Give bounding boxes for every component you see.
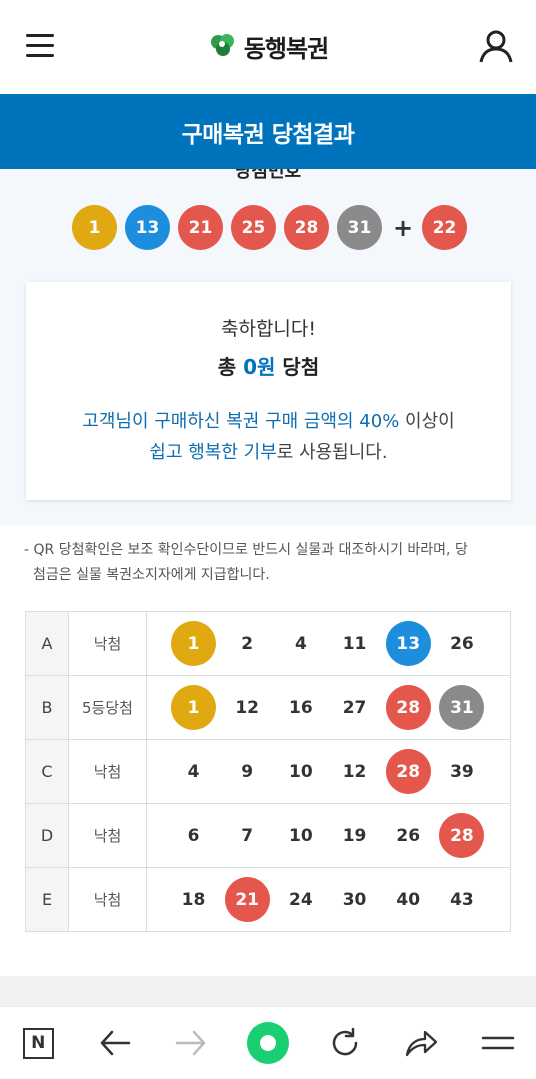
donation-line2-rest: 로 사용됩니다.	[276, 442, 388, 463]
matched-number: 1	[171, 685, 216, 730]
winning-ball: 21	[178, 205, 223, 250]
game-number: 40	[396, 889, 421, 910]
game-result: 낙첨	[68, 739, 147, 804]
game-numbers: 6 7 10 19 26 28	[146, 803, 511, 868]
winning-ball: 1	[72, 205, 117, 250]
page-title: 구매복권 당첨결과	[181, 121, 355, 148]
total-prize: 총 0원 당첨	[26, 351, 511, 380]
notice-line2: 첨금은 실물 복권소지자에게 지급합니다.	[33, 567, 270, 583]
game-key: D	[25, 803, 69, 868]
forward-arrow-icon[interactable]	[166, 1018, 216, 1068]
game-number: 24	[289, 889, 313, 910]
game-numbers: 1 12 16 27 28 31	[146, 675, 511, 740]
back-arrow-icon[interactable]	[90, 1018, 140, 1068]
matched-number: 28	[385, 685, 431, 730]
notice-line1: - QR 당첨확인은 보조 확인수단이므로 반드시 실물과 대조하시기 바라며,…	[24, 542, 468, 558]
game-number: 4	[294, 633, 307, 654]
clover-logo-icon	[210, 34, 234, 56]
matched-number: 1	[171, 621, 216, 666]
congrats-text: 축하합니다!	[220, 318, 317, 340]
share-icon[interactable]	[396, 1018, 446, 1068]
game-number: 16	[289, 697, 313, 718]
game-number: 10	[289, 825, 313, 846]
table-row: D 낙첨 6 7 10 19 26 28	[25, 803, 511, 868]
game-result: 낙첨	[68, 803, 147, 868]
site-logo[interactable]: 동행복권	[208, 29, 329, 64]
matched-number: 21	[224, 877, 270, 922]
game-number: 30	[342, 889, 367, 910]
app-header: 동행복권	[0, 0, 536, 94]
game-number: 11	[342, 633, 367, 654]
donation-message: 고객님이 구매하신 복권 구매 금액의 40% 이상이 쉽고 행복한 기부로 사…	[26, 406, 511, 468]
table-row: C 낙첨 4 9 10 12 28 39	[25, 739, 511, 804]
matched-number: 13	[385, 621, 431, 666]
plus-sign: +	[392, 213, 414, 242]
winning-numbers-label: 당첨번호	[234, 169, 302, 182]
n-logo-icon[interactable]: N	[13, 1018, 63, 1068]
menu-icon[interactable]	[473, 1018, 523, 1068]
refresh-icon[interactable]	[320, 1018, 370, 1068]
game-number: 19	[342, 825, 367, 846]
matched-number: 28	[385, 749, 431, 794]
winning-numbers: 1 13 21 25 28 31 +22	[72, 205, 475, 250]
game-number: 27	[342, 697, 367, 718]
matched-number: 28	[439, 813, 485, 858]
game-number: 2	[241, 633, 254, 654]
game-number: 10	[289, 761, 313, 782]
game-results-table: A 낙첨 1 2 4 11 13 26 B 5등당첨 1 12 16 27 28 31 C 낙첨 4 9 10 12 28 3…	[25, 611, 511, 932]
winning-ball: 31	[337, 205, 382, 250]
qr-notice: - QR 당첨확인은 보조 확인수단이므로 반드시 실물과 대조하시기 바라며,…	[24, 538, 514, 588]
total-amount: 0원	[243, 355, 276, 379]
game-numbers: 4 9 10 12 28 39	[146, 739, 511, 804]
winning-ball: 13	[125, 205, 170, 250]
game-number: 12	[342, 761, 367, 782]
game-number: 26	[450, 633, 474, 654]
bonus-ball: 22	[422, 205, 467, 250]
matched-number: 31	[439, 685, 485, 730]
game-numbers: 18 21 24 30 40 43	[146, 867, 511, 932]
hamburger-menu-icon[interactable]	[26, 32, 56, 60]
game-number: 12	[235, 697, 260, 718]
game-number: 39	[450, 761, 474, 782]
donation-line2-highlight: 쉽고 행복한 기부	[149, 442, 277, 463]
game-result: 5등당첨	[68, 675, 147, 740]
logo-text: 동행복권	[243, 34, 329, 63]
result-card: 축하합니다! 총 0원 당첨 고객님이 구매하신 복권 구매 금액의 40% 이…	[26, 282, 511, 500]
game-key: B	[25, 675, 69, 740]
game-number: 18	[181, 889, 206, 910]
page-footer-strip	[0, 976, 536, 1006]
table-row: B 5등당첨 1 12 16 27 28 31	[25, 675, 511, 740]
game-result: 낙첨	[68, 611, 147, 676]
game-key: E	[25, 867, 69, 932]
table-row: A 낙첨 1 2 4 11 13 26	[25, 611, 511, 676]
donation-line1-rest: 이상이	[399, 411, 455, 432]
game-key: C	[25, 739, 69, 804]
home-icon[interactable]	[243, 1018, 293, 1068]
game-numbers: 1 2 4 11 13 26	[146, 611, 511, 676]
user-icon[interactable]	[478, 28, 514, 64]
game-result: 낙첨	[68, 867, 147, 932]
donation-line1-highlight: 고객님이 구매하신 복권 구매 금액의 40%	[82, 411, 400, 432]
game-number: 6	[187, 825, 200, 846]
game-number: 4	[187, 761, 200, 782]
game-number: 43	[450, 889, 474, 910]
game-key: A	[25, 611, 69, 676]
game-number: 9	[241, 761, 254, 782]
browser-bottom-nav: N	[0, 1006, 536, 1079]
game-number: 7	[241, 825, 254, 846]
winning-ball: 25	[231, 205, 276, 250]
winning-section: 당첨번호 1 13 21 25 28 31 +22 축하합니다! 총 0원 당첨 고객님이 …	[0, 169, 536, 525]
table-row: E 낙첨 18 21 24 30 40 43	[25, 867, 511, 932]
total-suffix: 당첨	[275, 355, 320, 379]
game-number: 26	[396, 825, 421, 846]
page-title-bar: 구매복권 당첨결과	[0, 94, 536, 169]
total-prefix: 총	[217, 355, 244, 379]
winning-ball: 28	[284, 205, 329, 250]
n-label: N	[22, 1027, 54, 1059]
